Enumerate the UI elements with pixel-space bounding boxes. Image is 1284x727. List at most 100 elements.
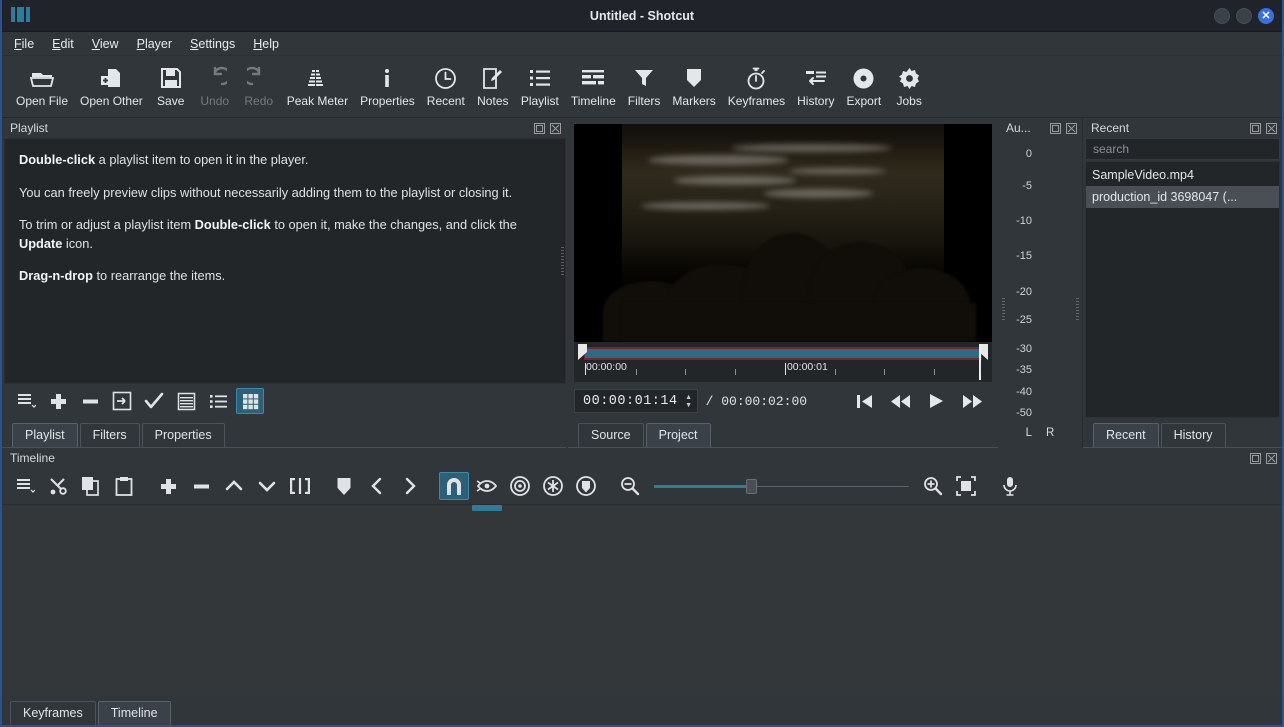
- video-preview[interactable]: [574, 124, 992, 342]
- meter-splitter-right[interactable]: [1076, 298, 1079, 320]
- fast-forward-button[interactable]: [962, 393, 982, 409]
- menu-player[interactable]: Player: [137, 37, 172, 51]
- float-panel-icon[interactable]: [533, 122, 546, 135]
- meter-splitter-left[interactable]: [1002, 298, 1005, 320]
- menu-help[interactable]: Help: [253, 37, 279, 51]
- recent-file-list[interactable]: SampleVideo.mp4 production_id 3698047 (.…: [1085, 161, 1280, 418]
- recent-panel-title: Recent: [1091, 121, 1130, 135]
- toolbar-notes-button[interactable]: Notes: [471, 59, 515, 115]
- previous-marker-button[interactable]: [362, 472, 392, 500]
- playlist-add-button[interactable]: [44, 388, 72, 414]
- toolbar-timeline-button[interactable]: Timeline: [565, 59, 622, 115]
- playlist-hint-4-bold: Drag-n-drop: [19, 268, 93, 284]
- scrub-track[interactable]: [584, 347, 982, 360]
- play-button[interactable]: [929, 393, 944, 409]
- timeline-tracks-area[interactable]: [2, 504, 1282, 695]
- menu-file[interactable]: File: [14, 37, 34, 51]
- maximize-button[interactable]: [1236, 8, 1252, 24]
- rewind-button[interactable]: [891, 393, 911, 409]
- marker-button[interactable]: [329, 472, 359, 500]
- timecode-stepper[interactable]: ▲ ▼: [683, 394, 695, 409]
- toolbar-properties-button[interactable]: Properties: [354, 59, 421, 115]
- toolbar-recent-button[interactable]: Recent: [421, 59, 471, 115]
- tab-keyframes[interactable]: Keyframes: [10, 701, 96, 725]
- current-timecode-field[interactable]: 00:00:01:14 ▲ ▼: [574, 389, 698, 413]
- toolbar-jobs-button[interactable]: Jobs: [887, 59, 931, 115]
- playlist-check-button[interactable]: [140, 388, 168, 414]
- list-item[interactable]: production_id 3698047 (...: [1086, 186, 1279, 208]
- float-panel-icon[interactable]: [1249, 122, 1262, 135]
- tab-playlist[interactable]: Playlist: [12, 423, 78, 447]
- tab-timeline[interactable]: Timeline: [97, 701, 171, 725]
- overwrite-button[interactable]: [252, 472, 282, 500]
- ripple-markers-button[interactable]: [571, 472, 601, 500]
- split-button[interactable]: [285, 472, 315, 500]
- player-scrubber[interactable]: 00:00:00 00:00:01: [574, 342, 992, 382]
- float-panel-icon[interactable]: [1049, 122, 1062, 135]
- recent-search-input[interactable]: search: [1085, 138, 1280, 160]
- zoom-out-button[interactable]: [615, 472, 645, 500]
- timeline-menu-button[interactable]: [10, 472, 40, 500]
- tab-source[interactable]: Source: [578, 423, 644, 447]
- close-panel-icon[interactable]: [1265, 452, 1278, 465]
- stopwatch-icon: [745, 65, 767, 91]
- playlist-remove-button[interactable]: [76, 388, 104, 414]
- ripple-all-tracks-button[interactable]: [538, 472, 568, 500]
- snap-button[interactable]: [439, 472, 469, 500]
- list-item[interactable]: SampleVideo.mp4: [1086, 164, 1279, 186]
- close-panel-icon[interactable]: [549, 122, 562, 135]
- scrub-eye-button[interactable]: [472, 472, 502, 500]
- playlist-splitter-handle[interactable]: [561, 247, 564, 275]
- timeline-horizontal-scrollbar[interactable]: [472, 505, 502, 511]
- minimize-button[interactable]: [1214, 8, 1230, 24]
- playlist-menu-button[interactable]: [12, 388, 40, 414]
- zoom-fit-button[interactable]: [951, 472, 981, 500]
- body-area: Playlist Double-click a playlist item to…: [2, 118, 1282, 725]
- close-button[interactable]: ✕: [1258, 8, 1274, 24]
- toolbar-filters-button[interactable]: Filters: [622, 59, 667, 115]
- menu-edit[interactable]: Edit: [52, 37, 74, 51]
- toolbar-open-file-button[interactable]: Open File: [10, 59, 74, 115]
- tab-filters[interactable]: Filters: [79, 423, 140, 447]
- tab-properties[interactable]: Properties: [141, 423, 225, 447]
- timecode-step-up[interactable]: ▲: [683, 394, 695, 401]
- toolbar-peak-meter-button[interactable]: Peak Meter: [281, 59, 354, 115]
- timeline-zoom-slider[interactable]: [654, 476, 909, 496]
- toolbar-export-button[interactable]: Export: [840, 59, 887, 115]
- ripple-delete-button[interactable]: [186, 472, 216, 500]
- in-point-marker[interactable]: [578, 344, 587, 360]
- next-marker-button[interactable]: [395, 472, 425, 500]
- copy-button[interactable]: [76, 472, 106, 500]
- tab-project[interactable]: Project: [645, 423, 711, 447]
- append-button[interactable]: [153, 472, 183, 500]
- playlist-update-button[interactable]: [108, 388, 136, 414]
- toolbar-save-button[interactable]: Save: [149, 59, 193, 115]
- zoom-slider-handle[interactable]: [745, 478, 757, 494]
- close-panel-icon[interactable]: [1065, 122, 1078, 135]
- toolbar-keyframes-button[interactable]: Keyframes: [722, 59, 791, 115]
- tab-history[interactable]: History: [1160, 423, 1226, 447]
- record-audio-button[interactable]: [995, 472, 1025, 500]
- toolbar-redo-button[interactable]: Redo: [237, 59, 281, 115]
- zoom-in-button[interactable]: [918, 472, 948, 500]
- skip-to-start-button[interactable]: [856, 393, 873, 409]
- ripple-button[interactable]: [505, 472, 535, 500]
- toolbar-open-other-button[interactable]: Open Other: [74, 59, 149, 115]
- menu-settings[interactable]: Settings: [190, 37, 235, 51]
- cut-button[interactable]: [43, 472, 73, 500]
- toolbar-markers-button[interactable]: Markers: [666, 59, 721, 115]
- menu-view[interactable]: View: [92, 37, 119, 51]
- toolbar-playlist-button[interactable]: Playlist: [515, 59, 565, 115]
- folder-open-icon: [29, 65, 55, 91]
- float-panel-icon[interactable]: [1249, 452, 1262, 465]
- playlist-tiles-view-button[interactable]: [236, 388, 264, 414]
- paste-button[interactable]: [109, 472, 139, 500]
- tab-recent[interactable]: Recent: [1093, 423, 1159, 447]
- lift-button[interactable]: [219, 472, 249, 500]
- toolbar-history-button[interactable]: History: [791, 59, 840, 115]
- timecode-step-down[interactable]: ▼: [683, 402, 695, 409]
- playlist-list-view-button[interactable]: [204, 388, 232, 414]
- close-panel-icon[interactable]: [1265, 122, 1278, 135]
- playlist-detail-view-button[interactable]: [172, 388, 200, 414]
- toolbar-undo-button[interactable]: Undo: [193, 59, 237, 115]
